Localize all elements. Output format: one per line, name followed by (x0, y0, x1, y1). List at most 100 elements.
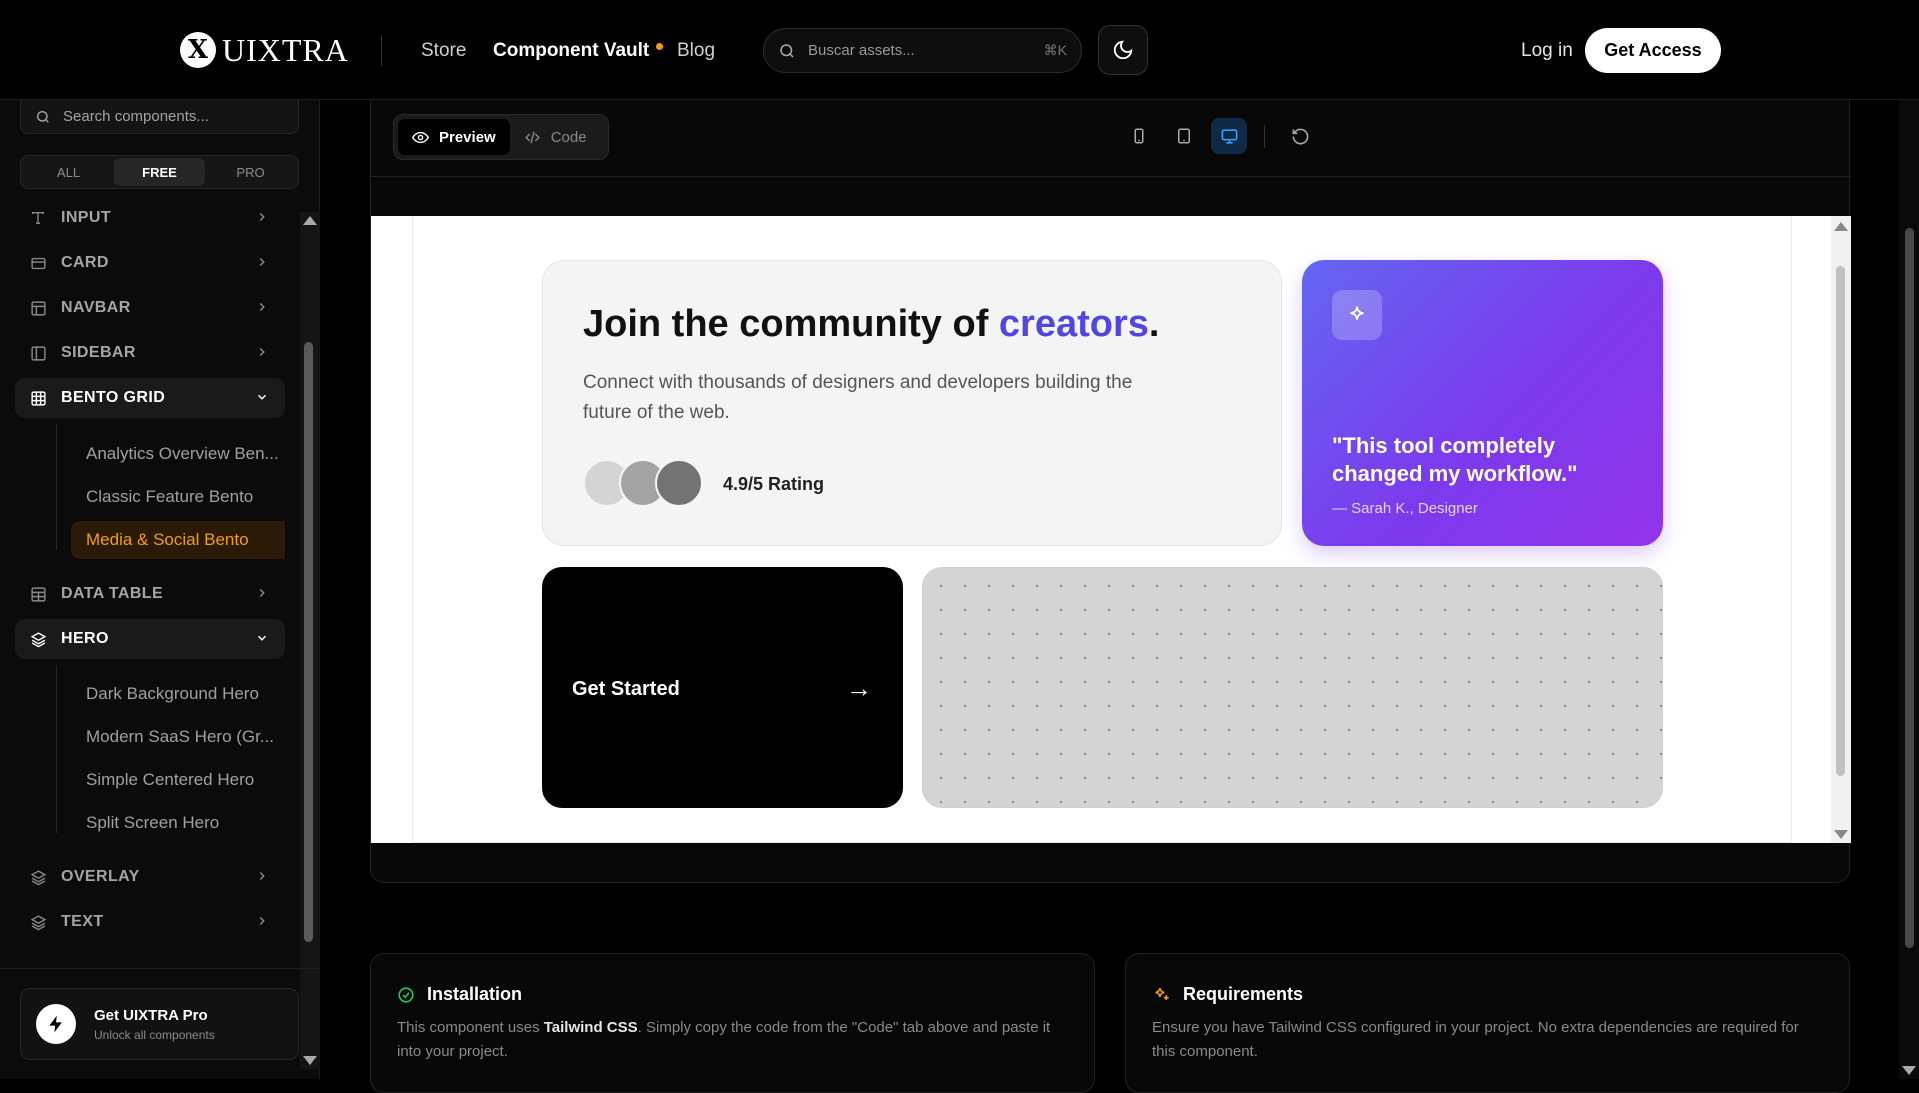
scrollbar-thumb[interactable] (1905, 228, 1914, 948)
tree-guide-line (56, 424, 57, 550)
nav-divider (381, 36, 382, 66)
sidebar-item-split-screen-hero[interactable]: Split Screen Hero (71, 804, 285, 842)
category-label: HERO (61, 630, 109, 648)
category-sidebar[interactable]: SIDEBAR (15, 333, 285, 373)
logo-text: UIXTRA (222, 32, 349, 69)
category-label: BENTO GRID (61, 389, 165, 407)
community-card: Join the community of creators. Connect … (542, 260, 1282, 546)
nav-link-store[interactable]: Store (421, 40, 466, 62)
pro-subtitle: Unlock all components (94, 1028, 215, 1042)
login-link[interactable]: Log in (1521, 40, 1573, 62)
scrollbar-thumb[interactable] (304, 342, 313, 942)
get-pro-card[interactable]: Get UIXTRA Pro Unlock all components (20, 988, 299, 1060)
scroll-down-arrow[interactable] (1834, 830, 1848, 839)
asset-search-input[interactable] (808, 42, 1044, 59)
tab-code[interactable]: Code (510, 119, 601, 155)
filter-free[interactable]: FREE (114, 158, 205, 186)
category-label: NAVBAR (61, 299, 131, 317)
refresh-button[interactable] (1282, 118, 1318, 154)
chevron-down-icon (255, 631, 269, 645)
requirements-title: Requirements (1183, 984, 1303, 1005)
testimonial-quote: "This tool completely changed my workflo… (1332, 432, 1632, 488)
get-access-button[interactable]: Get Access (1585, 28, 1721, 73)
category-label: DATA TABLE (61, 585, 163, 603)
sidebar-item-media-social-bento[interactable]: Media & Social Bento (71, 521, 285, 559)
avatar-stack (583, 459, 713, 509)
chevron-right-icon (255, 300, 269, 314)
desktop-view-button[interactable] (1211, 118, 1247, 154)
sidebar-item-modern-saas-hero[interactable]: Modern SaaS Hero (Gr... (71, 718, 285, 756)
installation-text: This component uses Tailwind CSS. Simply… (397, 1016, 1067, 1064)
filter-pro[interactable]: PRO (205, 158, 296, 186)
sidebar-item-analytics-overview-bento[interactable]: Analytics Overview Ben... (71, 435, 285, 473)
tab-preview[interactable]: Preview (398, 119, 510, 155)
preview-canvas: Join the community of creators. Connect … (371, 216, 1851, 843)
preview-panel: Preview Code Join the community of creat… (370, 100, 1850, 883)
search-shortcut: ⌘K (1044, 42, 1067, 59)
toolbar-divider-line (371, 176, 1851, 177)
chevron-right-icon (255, 869, 269, 883)
category-label: TEXT (61, 913, 104, 931)
pro-title: Get UIXTRA Pro (94, 1007, 215, 1024)
get-started-label: Get Started (572, 678, 680, 701)
category-hero[interactable]: HERO (15, 619, 285, 659)
sidebar-scrollbar[interactable] (300, 212, 320, 1069)
category-label: OVERLAY (61, 868, 140, 886)
category-card[interactable]: CARD (15, 243, 285, 283)
chevron-right-icon (255, 345, 269, 359)
category-data-table[interactable]: DATA TABLE (15, 574, 285, 614)
category-bento-grid[interactable]: BENTO GRID (15, 378, 285, 418)
mobile-view-button[interactable] (1121, 118, 1157, 154)
mobile-icon (1130, 127, 1148, 145)
heading-highlight: creators (999, 303, 1149, 345)
scroll-down-arrow[interactable] (303, 1056, 317, 1065)
heading-period: . (1149, 303, 1160, 345)
view-tabs: Preview Code (393, 114, 609, 160)
tablet-view-button[interactable] (1166, 118, 1202, 154)
sidebar-item-simple-centered-hero[interactable]: Simple Centered Hero (71, 761, 285, 799)
category-overlay[interactable]: OVERLAY (15, 857, 285, 897)
category-label: SIDEBAR (61, 344, 136, 362)
tree-guide-line (56, 665, 57, 833)
sidebar-item-dark-background-hero[interactable]: Dark Background Hero (71, 675, 285, 713)
new-indicator-dot (656, 43, 663, 50)
arrow-right-icon: → (846, 673, 872, 704)
installation-text-start: This component uses (397, 1019, 544, 1036)
category-navbar[interactable]: NAVBAR (15, 288, 285, 328)
tier-filter: ALL FREE PRO (20, 155, 299, 189)
nav-link-blog[interactable]: Blog (677, 40, 715, 62)
theme-toggle-button[interactable] (1098, 25, 1148, 75)
sidebar-icon (29, 344, 47, 362)
category-input[interactable]: INPUT (15, 206, 285, 238)
scrollbar-thumb[interactable] (1836, 266, 1845, 776)
scroll-down-arrow[interactable] (1902, 1066, 1916, 1075)
tablet-icon (1175, 127, 1193, 145)
toolbar-divider (1264, 126, 1265, 148)
check-circle-icon (397, 986, 415, 1004)
desktop-icon (1220, 127, 1239, 146)
sparkle-icon (1332, 290, 1382, 340)
preview-scrollbar[interactable] (1831, 216, 1851, 843)
asset-search[interactable]: ⌘K (763, 28, 1082, 73)
card-icon (29, 254, 47, 272)
tab-label: Code (551, 129, 587, 146)
category-text[interactable]: TEXT (15, 902, 285, 942)
chevron-right-icon (255, 586, 269, 600)
component-search[interactable]: Search components... (20, 100, 299, 134)
scroll-up-arrow[interactable] (1834, 222, 1848, 231)
nav-link-component-vault[interactable]: Component Vault (493, 40, 663, 62)
scroll-up-arrow[interactable] (303, 216, 317, 225)
component-sidebar: Search components... ALL FREE PRO INPUT … (0, 100, 320, 1079)
get-started-card[interactable]: Get Started → (542, 567, 903, 808)
layers-icon (29, 630, 47, 648)
sidebar-item-classic-feature-bento[interactable]: Classic Feature Bento (71, 478, 285, 516)
requirements-card: Requirements Ensure you have Tailwind CS… (1125, 953, 1850, 1093)
page-scrollbar[interactable] (1899, 100, 1919, 1079)
search-icon (35, 109, 51, 125)
logo[interactable]: X UIXTRA (180, 31, 349, 69)
chevron-right-icon (255, 914, 269, 928)
filter-all[interactable]: ALL (23, 158, 114, 186)
sparkles-icon (1152, 985, 1171, 1004)
layout-icon (29, 299, 47, 317)
layers-icon (29, 868, 47, 886)
